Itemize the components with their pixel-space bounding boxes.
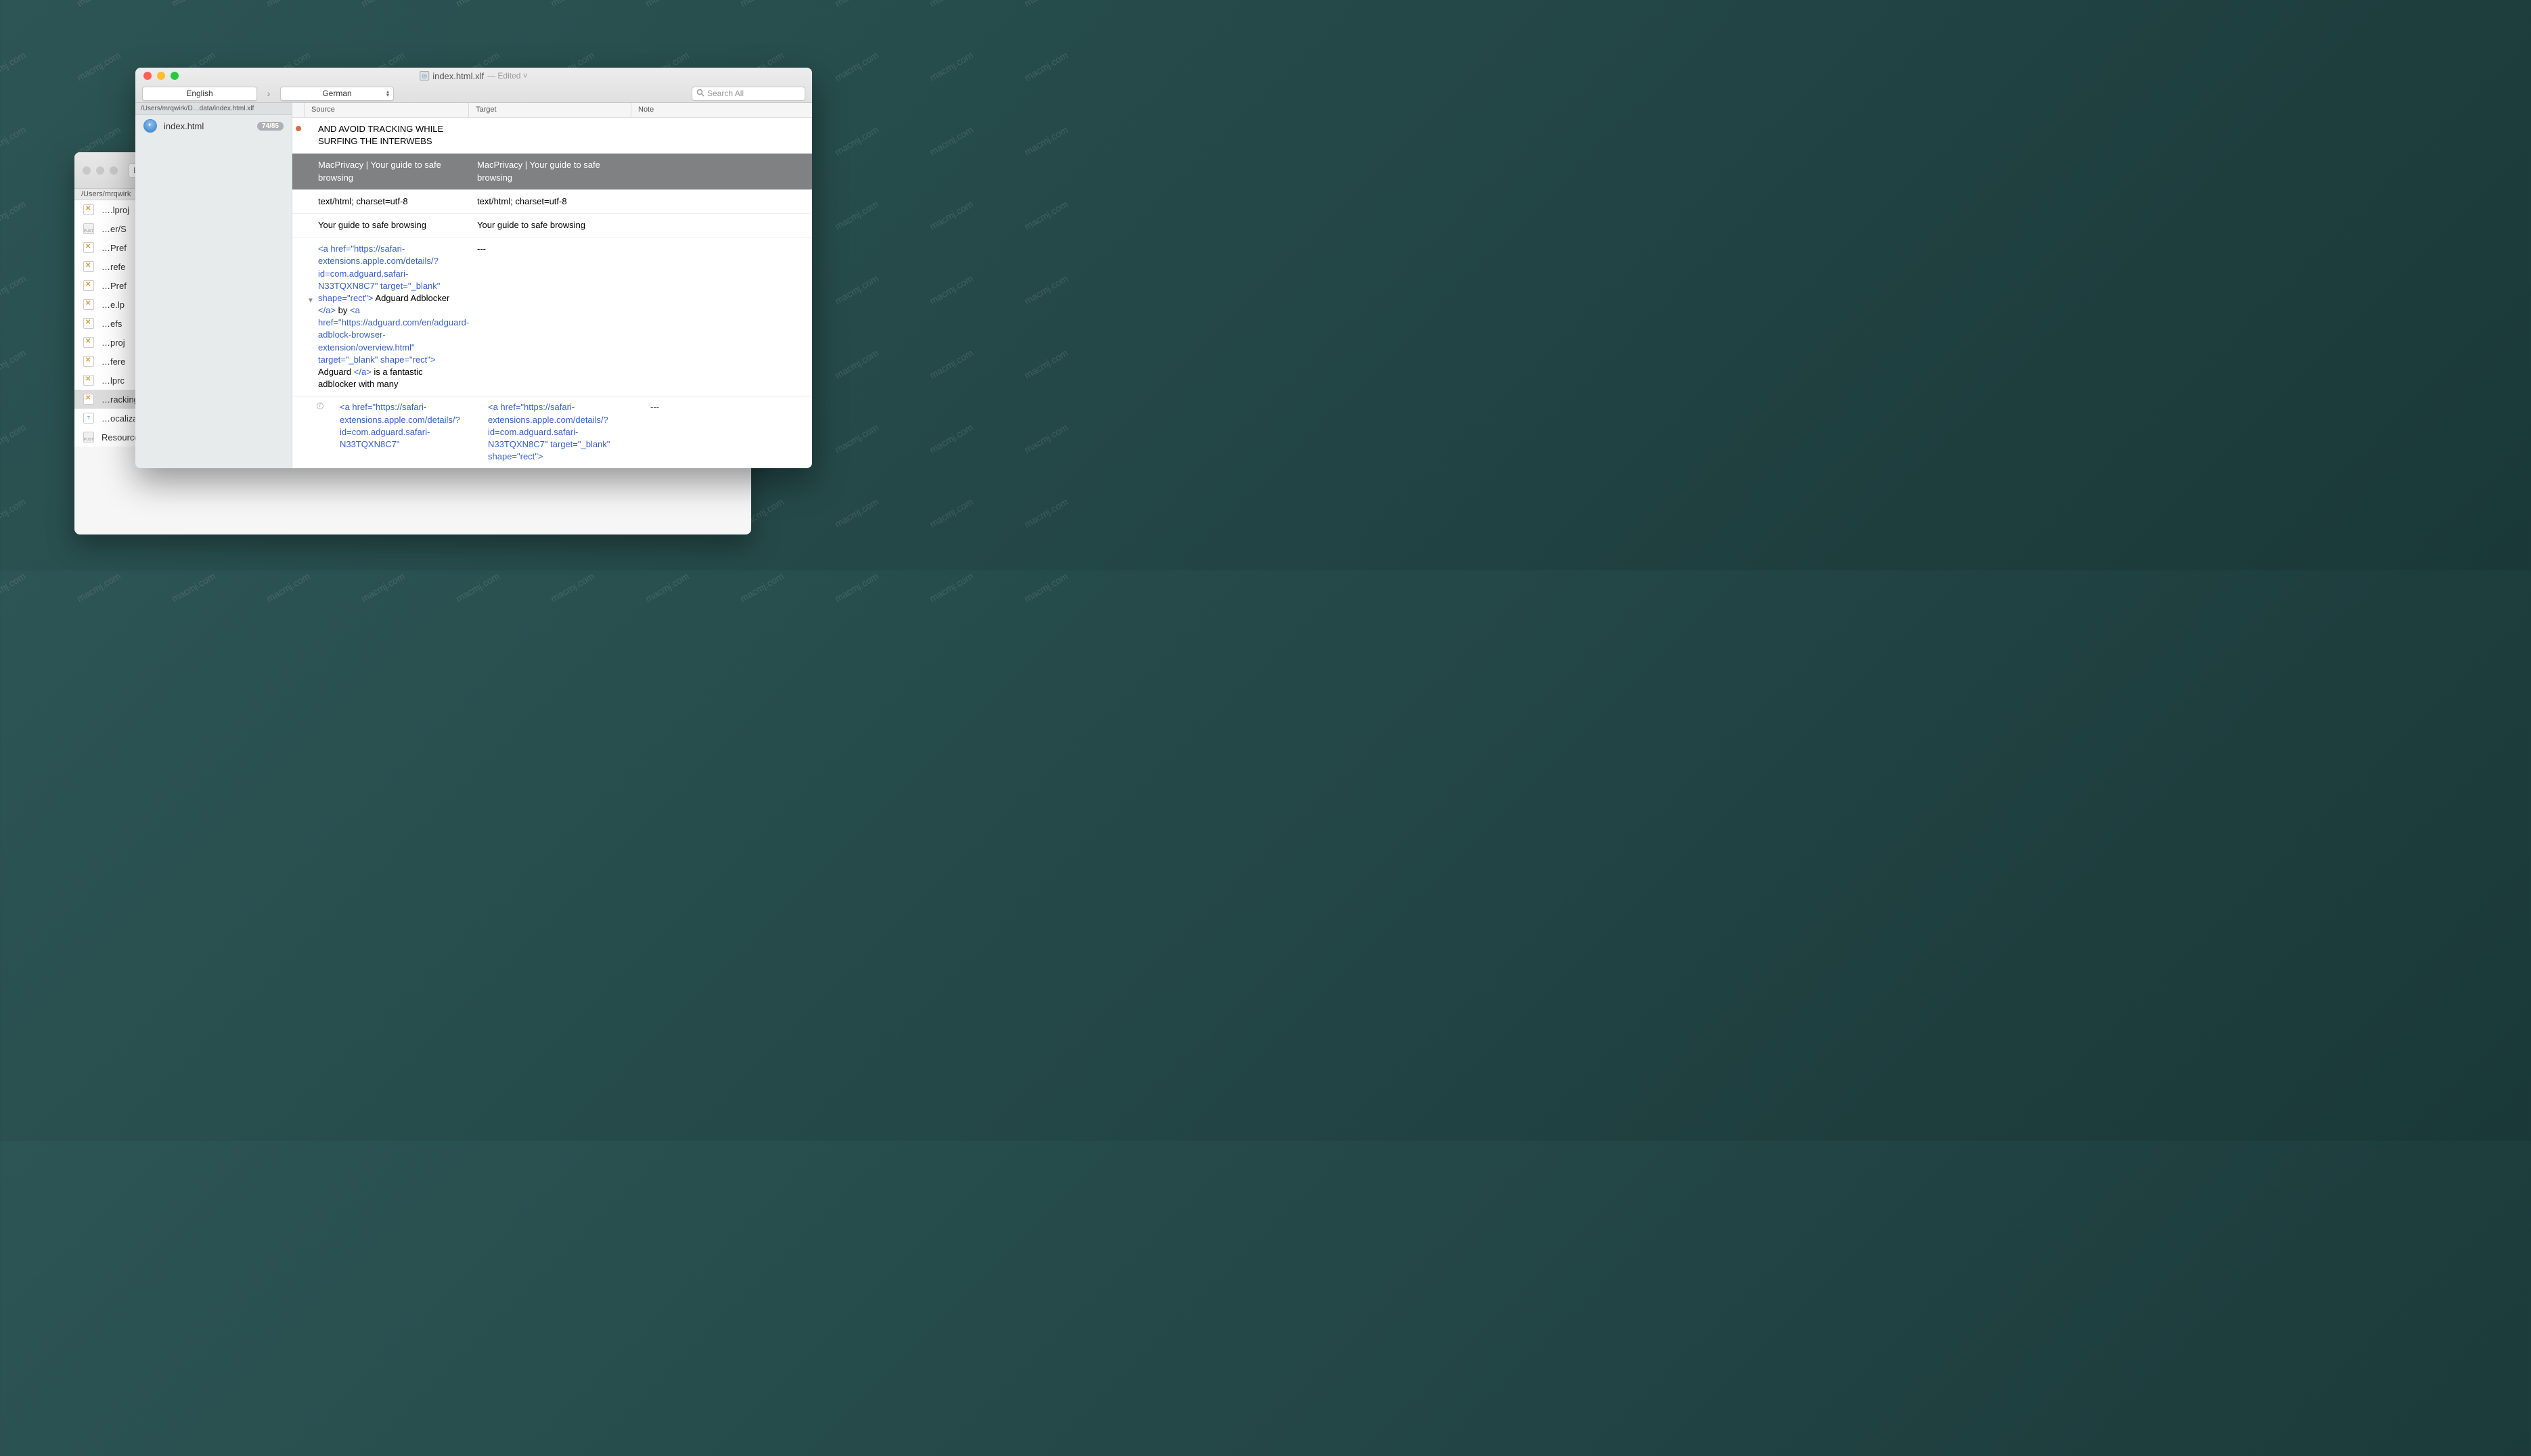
table-row[interactable]: ▼ <a href="https://safari-extensions.app… [292,237,812,396]
close-icon[interactable] [83,166,91,175]
xib-file-icon [83,204,95,216]
title-text: index.html.xlf [432,71,484,81]
sidebar-path: /Users/mrqwirk/D…data/index.html.xlf [135,103,292,115]
xib-file-icon [83,317,95,329]
target-language-select[interactable]: German ▴▾ [280,87,394,101]
traffic-lights [143,72,179,80]
xib-file-icon [83,374,95,386]
plist-file-icon: PLIST [83,431,95,443]
sidebar: /Users/mrqwirk/D…data/index.html.xlf ind… [135,103,292,468]
table-row[interactable]: MacPrivacy | Your guide to safe browsing… [292,154,812,189]
target-header[interactable]: Target [469,103,631,117]
sidebar-file-item[interactable]: index.html 74/85 [135,115,292,137]
translation-rows: AND AVOID TRACKING WHILE SURFING THE INT… [292,118,812,468]
minimize-icon[interactable] [96,166,104,175]
close-icon[interactable] [143,72,152,80]
search-input[interactable]: Search All [692,87,805,101]
target-cell: --- [469,243,631,255]
xib-file-icon [83,298,95,311]
progress-badge: 74/85 [257,122,284,131]
minimize-icon[interactable] [157,72,165,80]
xib-file-icon [83,355,95,367]
xib-file-icon [83,393,95,405]
edited-indicator[interactable]: — Edited ˅ [487,71,528,81]
window-title: ◎ index.html.xlf — Edited ˅ [420,71,528,81]
maximize-icon[interactable] [171,72,179,80]
xib-file-icon [83,242,95,254]
note-header[interactable]: Note [631,103,812,117]
source-header[interactable]: Source [305,103,469,117]
main-window: ◎ index.html.xlf — Edited ˅ English › Ge… [135,68,812,468]
status-dot-icon [296,126,301,131]
back-traffic-lights [83,166,118,175]
safari-icon [143,119,157,133]
direction-arrow-icon: › [263,88,275,99]
xib-file-icon [83,260,95,273]
xib-file-icon [83,279,95,292]
strings-file-icon: T [83,412,95,424]
source-cell: <a href="https://safari-extensions.apple… [328,401,480,463]
table-subrow[interactable]: <a href="https://safari-extensions.apple… [292,396,812,468]
disclosure-triangle-icon[interactable]: ▼ [307,297,314,304]
table-row[interactable]: AND AVOID TRACKING WHILE SURFING THE INT… [292,118,812,154]
titlebar: ◎ index.html.xlf — Edited ˅ English › Ge… [135,68,812,103]
content-area: Source Target Note AND AVOID TRACKING WH… [292,103,812,468]
chevron-updown-icon: ▴▾ [386,90,389,97]
sidebar-item-label: index.html [164,121,250,131]
table-row[interactable]: text/html; charset=utf-8 text/html; char… [292,190,812,214]
document-icon: ◎ [420,71,429,81]
search-icon [696,89,704,99]
source-language-select[interactable]: English [142,87,257,101]
plist-file-icon: PLIST [83,223,95,235]
table-row[interactable]: Your guide to safe browsing Your guide t… [292,214,812,237]
target-cell: <a href="https://safari-extensions.apple… [480,401,642,463]
source-cell: <a href="https://safari-extensions.apple… [305,243,469,390]
status-header[interactable] [292,103,305,117]
xib-file-icon [83,336,95,348]
column-headers: Source Target Note [292,103,812,118]
maximize-icon[interactable] [110,166,118,175]
info-icon [317,403,323,409]
toolbar: English › German ▴▾ Search All [135,84,812,103]
